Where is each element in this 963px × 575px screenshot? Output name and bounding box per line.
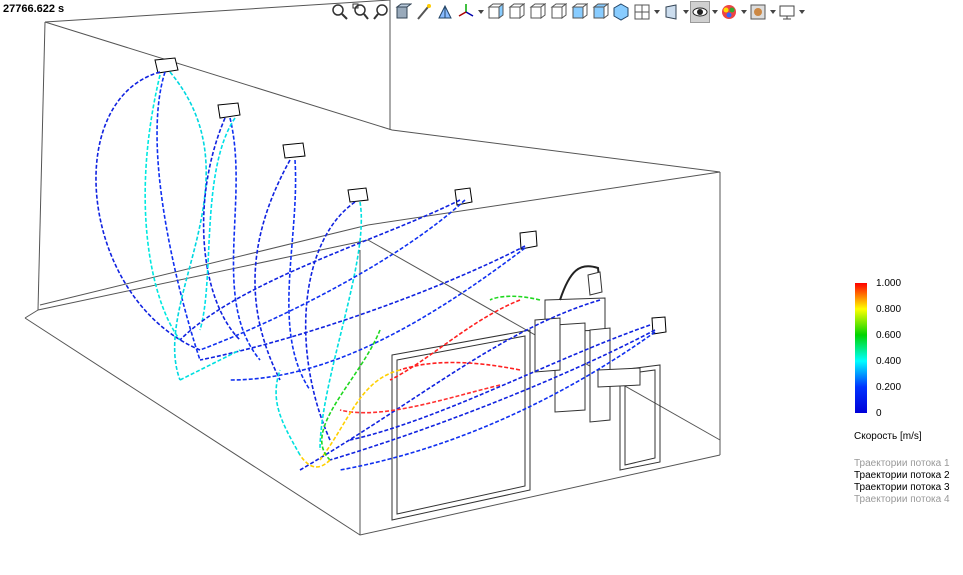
legend-value: 0.200 [876,382,902,393]
velocity-colorbar [855,283,867,413]
legend-title: Скорость [m/s] [854,431,922,442]
doorway-panels [391,329,661,521]
legend-value: 0.400 [876,356,902,367]
trajectory-item[interactable]: Траектории потока 1 [854,458,950,470]
trajectory-list: Траектории потока 1 Траектории потока 2 … [854,458,950,506]
trajectory-item[interactable]: Траектории потока 3 [854,482,950,494]
legend-value: 0.800 [876,304,902,315]
equipment [534,265,641,423]
3d-viewport[interactable] [0,0,963,575]
legend-value: 1.000 [876,278,902,289]
trajectory-item[interactable]: Траектории потока 2 [854,470,950,482]
trajectory-item[interactable]: Траектории потока 4 [854,494,950,506]
legend-value: 0 [876,408,882,419]
legend-value: 0.600 [876,330,902,341]
